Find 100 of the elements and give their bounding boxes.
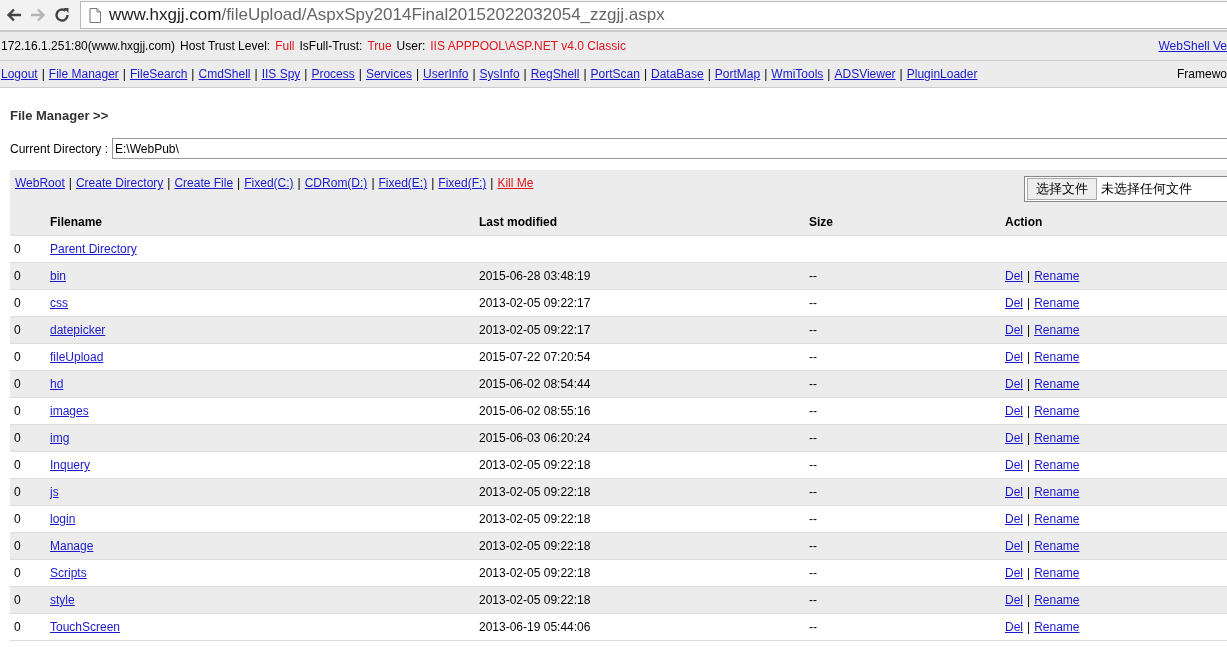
rename-link[interactable]: Rename — [1034, 377, 1080, 391]
rename-link[interactable]: Rename — [1034, 350, 1080, 364]
rename-link[interactable]: Rename — [1034, 485, 1080, 499]
table-cell: -- — [809, 566, 817, 580]
column-header: Last modified — [479, 214, 557, 229]
rename-link[interactable]: Rename — [1034, 404, 1080, 418]
nav-link[interactable]: WmiTools — [771, 67, 824, 81]
choose-file-button[interactable]: 选择文件 — [1027, 178, 1097, 200]
folder-link[interactable]: datepicker — [50, 323, 106, 337]
table-cell: -- — [809, 404, 817, 418]
delete-link[interactable]: Del — [1005, 485, 1023, 499]
rename-link[interactable]: Rename — [1034, 458, 1080, 472]
folder-link[interactable]: js — [50, 485, 59, 499]
folder-link[interactable]: style — [50, 593, 75, 607]
nav-link[interactable]: Process — [311, 67, 355, 81]
folder-link[interactable]: img — [50, 431, 70, 445]
drive-link[interactable]: Fixed(F:) — [438, 176, 487, 190]
nav-link[interactable]: ADSViewer — [834, 67, 896, 81]
page-icon — [89, 7, 101, 23]
delete-link[interactable]: Del — [1005, 404, 1023, 418]
trust-value: Full — [275, 39, 295, 53]
delete-link[interactable]: Del — [1005, 566, 1023, 580]
table-cell: 0 — [14, 242, 21, 256]
drive-link[interactable]: Fixed(E:) — [378, 176, 428, 190]
directory-field[interactable]: E:\WebPub\ — [112, 138, 1227, 159]
rename-link[interactable]: Rename — [1034, 323, 1080, 337]
rename-link[interactable]: Rename — [1034, 431, 1080, 445]
delete-link[interactable]: Del — [1005, 458, 1023, 472]
delete-link[interactable]: Del — [1005, 323, 1023, 337]
version-link[interactable]: WebShell Ve — [1158, 39, 1227, 53]
separator: | — [237, 176, 241, 190]
separator: | — [371, 176, 375, 190]
drive-link[interactable]: Fixed(C:) — [244, 176, 294, 190]
kill-link[interactable]: Kill Me — [497, 176, 534, 190]
nav-link[interactable]: DataBase — [651, 67, 704, 81]
reload-icon[interactable] — [54, 7, 70, 23]
table-cell: 0 — [14, 323, 21, 337]
drive-link[interactable]: Create Directory — [75, 176, 164, 190]
rename-link[interactable]: Rename — [1034, 539, 1080, 553]
table-cell: 0 — [14, 485, 21, 499]
table-cell: 0 — [14, 350, 21, 364]
delete-link[interactable]: Del — [1005, 431, 1023, 445]
back-arrow-icon[interactable] — [6, 8, 22, 22]
delete-link[interactable]: Del — [1005, 269, 1023, 283]
drive-link[interactable]: WebRoot — [15, 176, 65, 190]
rename-link[interactable]: Rename — [1034, 512, 1080, 526]
delete-link[interactable]: Del — [1005, 296, 1023, 310]
rename-link[interactable]: Rename — [1034, 620, 1080, 634]
nav-link[interactable]: CmdShell — [198, 67, 251, 81]
table-cell: 2015-06-28 03:48:19 — [479, 269, 591, 283]
delete-link[interactable]: Del — [1005, 620, 1023, 634]
nav-link[interactable]: SysInfo — [479, 67, 520, 81]
delete-link[interactable]: Del — [1005, 377, 1023, 391]
folder-link[interactable]: TouchScreen — [50, 620, 121, 634]
file-input[interactable]: 选择文件 未选择任何文件 — [1024, 176, 1227, 202]
separator: | — [431, 176, 435, 190]
rename-link[interactable]: Rename — [1034, 296, 1080, 310]
table-cell: 2013-02-05 09:22:18 — [479, 566, 591, 580]
folder-link[interactable]: fileUpload — [50, 350, 104, 364]
nav-link[interactable]: File Manager — [48, 67, 119, 81]
table-cell: -- — [809, 323, 817, 337]
file-status: 未选择任何文件 — [1101, 180, 1192, 198]
nav-link[interactable]: RegShell — [530, 67, 580, 81]
folder-link[interactable]: hd — [50, 377, 64, 391]
folder-link[interactable]: Parent Directory — [50, 242, 137, 256]
nav-link[interactable]: FileSearch — [130, 67, 188, 81]
rename-link[interactable]: Rename — [1034, 269, 1080, 283]
nav-link[interactable]: IIS Spy — [261, 67, 301, 81]
rename-link[interactable]: Rename — [1034, 566, 1080, 580]
separator: | — [523, 67, 527, 81]
drive-link[interactable]: CDRom(D:) — [304, 176, 368, 190]
nav-link[interactable]: Logout — [1, 67, 38, 81]
delete-link[interactable]: Del — [1005, 512, 1023, 526]
table-cell: 0 — [14, 296, 21, 310]
folder-link[interactable]: login — [50, 512, 76, 526]
folder-link[interactable]: images — [50, 404, 89, 418]
nav-link[interactable]: PluginLoader — [906, 67, 978, 81]
delete-link[interactable]: Del — [1005, 539, 1023, 553]
table-cell: 2013-02-05 09:22:18 — [479, 539, 591, 553]
folder-link[interactable]: css — [50, 296, 68, 310]
folder-link[interactable]: bin — [50, 269, 66, 283]
table-cell: 2013-06-19 05:44:06 — [479, 620, 591, 634]
separator: | — [297, 176, 301, 190]
nav-link[interactable]: PortMap — [714, 67, 761, 81]
delete-link[interactable]: Del — [1005, 350, 1023, 364]
nav-link[interactable]: UserInfo — [423, 67, 469, 81]
nav-link[interactable]: PortScan — [590, 67, 640, 81]
address-bar[interactable]: www.hxgjj.com/fileUpload/AspxSpy2014Final20152022032054_zzgjj.aspx — [80, 1, 1227, 29]
delete-link[interactable]: Del — [1005, 593, 1023, 607]
separator: | — [254, 67, 258, 81]
nav-link[interactable]: Services — [365, 67, 412, 81]
folder-link[interactable]: Manage — [50, 539, 94, 553]
drive-link[interactable]: Create File — [174, 176, 234, 190]
folder-link[interactable]: Scripts — [50, 566, 87, 580]
rename-link[interactable]: Rename — [1034, 593, 1080, 607]
column-header: Filename — [50, 214, 103, 229]
separator: | — [707, 67, 711, 81]
table-cell: -- — [809, 485, 817, 499]
separator: | — [191, 67, 195, 81]
folder-link[interactable]: Inquery — [50, 458, 91, 472]
